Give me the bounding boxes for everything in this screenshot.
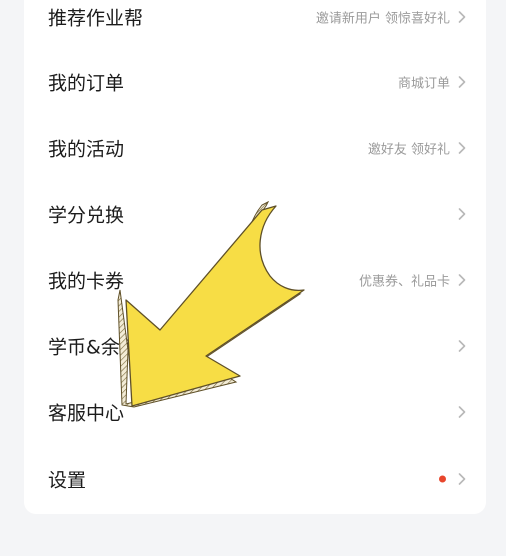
chevron-right-icon bbox=[458, 142, 466, 154]
menu-item-customer-service[interactable]: 客服中心 bbox=[24, 379, 486, 445]
menu-item-label: 推荐作业帮 bbox=[48, 7, 144, 30]
menu-card: 推荐作业帮 邀请新用户 领惊喜好礼 我的订单 商城订单 我的活动 邀好友 领好礼… bbox=[24, 0, 486, 514]
chevron-right-icon bbox=[458, 340, 466, 352]
menu-item-label: 学币&余额 bbox=[48, 336, 139, 359]
menu-item-hint: 邀好友 领好礼 bbox=[367, 142, 450, 158]
menu-item-activities[interactable]: 我的活动 邀好友 领好礼 bbox=[24, 115, 486, 181]
chevron-right-icon bbox=[458, 406, 466, 418]
menu-item-hint: 优惠券、礼品卡 bbox=[358, 274, 450, 290]
menu-item-hint: 商城订单 bbox=[397, 76, 450, 92]
menu-item-label: 客服中心 bbox=[48, 402, 125, 425]
menu-item-credit-exchange[interactable]: 学分兑换 bbox=[24, 181, 486, 247]
chevron-right-icon bbox=[458, 208, 466, 220]
chevron-right-icon bbox=[458, 76, 466, 88]
menu-item-recommend[interactable]: 推荐作业帮 邀请新用户 领惊喜好礼 bbox=[24, 0, 486, 50]
menu-item-hint: 邀请新用户 领惊喜好礼 bbox=[315, 11, 450, 27]
menu-item-label: 我的卡券 bbox=[48, 270, 125, 293]
menu-item-label: 设置 bbox=[48, 469, 87, 492]
notification-dot bbox=[439, 475, 446, 483]
chevron-right-icon bbox=[458, 11, 466, 23]
menu-item-label: 我的活动 bbox=[48, 138, 125, 161]
chevron-right-icon bbox=[458, 274, 466, 286]
menu-item-orders[interactable]: 我的订单 商城订单 bbox=[24, 49, 486, 115]
menu-item-label: 我的订单 bbox=[48, 72, 125, 95]
menu-item-settings[interactable]: 设置 bbox=[24, 446, 486, 512]
menu-item-coupons[interactable]: 我的卡券 优惠券、礼品卡 bbox=[24, 247, 486, 313]
menu-item-coins-balance[interactable]: 学币&余额 bbox=[24, 313, 486, 379]
chevron-right-icon bbox=[458, 473, 466, 485]
menu-item-label: 学分兑换 bbox=[48, 204, 125, 227]
